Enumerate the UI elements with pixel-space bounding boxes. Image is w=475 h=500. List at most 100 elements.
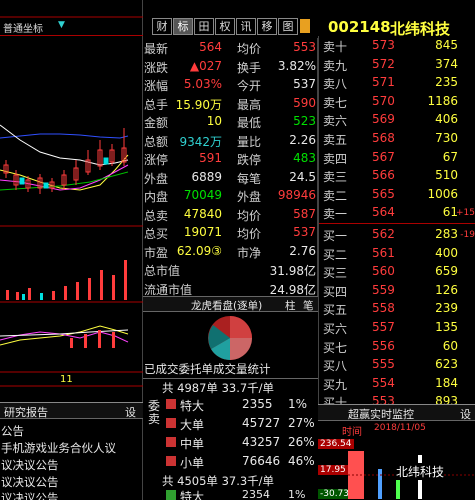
quote-value: 564 — [199, 40, 222, 54]
stock-header: 002148 北纬科技 — [318, 18, 475, 38]
quote-value: 2.26 — [289, 132, 316, 147]
level-label: 卖七 — [323, 95, 348, 110]
quote-row: 涨幅 5.03% 今开 537 — [143, 75, 318, 94]
news-item[interactable]: 议决议公告 — [1, 490, 59, 500]
ask-level[interactable]: 卖七 570 1186 — [319, 92, 475, 111]
flow-row: 中单 43257 26% — [160, 434, 318, 452]
level-volume: 406 — [435, 112, 458, 127]
quote-value: ▲027 — [189, 58, 222, 73]
flow-volume: 43257 — [242, 435, 281, 449]
quote-label: 总买 — [144, 227, 169, 241]
ask-level[interactable]: 卖四 567 67 — [319, 148, 475, 167]
tab-field[interactable]: 田 — [194, 18, 214, 35]
level-label: 卖九 — [323, 58, 348, 73]
quote-label: 最新 — [144, 42, 169, 56]
quote-label: 金额 — [144, 116, 169, 130]
ask-level[interactable]: 卖八 571 235 — [319, 73, 475, 92]
ask-level[interactable]: 卖五 568 730 — [319, 129, 475, 148]
level-price: 555 — [372, 357, 395, 372]
quote-label: 市净 — [237, 245, 262, 260]
quote-label: 总市值 — [144, 264, 181, 278]
level-price: 564 — [372, 205, 395, 220]
quote-label: 外盘 — [237, 190, 262, 204]
level-price: 560 — [372, 264, 395, 279]
bid-level[interactable]: 买二 561 400 — [319, 244, 475, 263]
flow-volume: 76646 — [242, 454, 281, 468]
quote-label: 内盘 — [144, 190, 169, 204]
settings-button[interactable]: 设 — [125, 404, 136, 420]
level-label: 买五 — [323, 303, 348, 318]
level-label: 卖二 — [323, 188, 348, 203]
level-volume: 67 — [442, 149, 458, 164]
tab-finance[interactable]: 财 — [152, 18, 172, 35]
expand-icon[interactable] — [300, 19, 310, 33]
tab-news[interactable]: 讯 — [236, 18, 256, 35]
monitor-settings-button[interactable]: 设 — [460, 406, 471, 422]
quote-value: 537 — [293, 77, 316, 91]
swatch — [166, 418, 176, 428]
quote-row: 内盘 70049 外盘 98946 — [143, 186, 318, 205]
coordinate-mode-dropdown[interactable]: 普通坐标 — [3, 20, 65, 35]
news-item[interactable]: 手机游戏业务合伙人议 — [1, 440, 116, 456]
bar-view-button[interactable]: 柱 — [285, 298, 296, 313]
level-volume: 730 — [435, 131, 458, 145]
news-item[interactable]: 议决议公告 — [1, 474, 59, 490]
quote-row: 总额 9342万 量比 2.26 — [143, 131, 318, 150]
bid-level[interactable]: 买七 556 60 — [319, 337, 475, 356]
quote-label: 市盈 — [144, 245, 169, 260]
buy-summary: 共 4505单 37.3千/单 — [162, 474, 275, 488]
quote-label: 总卖 — [144, 208, 169, 223]
ask-level[interactable]: 卖二 565 1006 — [319, 185, 475, 204]
level-label: 卖八 — [323, 77, 348, 92]
tab-chart[interactable]: 图 — [278, 18, 298, 35]
flow-row: 小单 76646 46% — [160, 453, 318, 471]
quote-label: 每笔 — [237, 171, 262, 186]
ask-level[interactable]: 卖九 572 374 — [319, 55, 475, 74]
bid-level[interactable]: 买八 555 623 — [319, 355, 475, 374]
bid-level[interactable]: 买一 562 283 -19 — [319, 225, 475, 244]
quote-value: 537 — [293, 225, 316, 239]
news-item[interactable]: 议决议公告 — [1, 457, 59, 473]
level-label: 买四 — [323, 284, 348, 299]
level-label: 买三 — [323, 266, 348, 281]
bid-level[interactable]: 买九 554 184 — [319, 374, 475, 393]
bid-level[interactable]: 买五 558 239 — [319, 299, 475, 318]
level-volume: 623 — [435, 357, 458, 372]
news-item[interactable]: 公告 — [1, 423, 24, 439]
monitor-stock-name: 北纬科技 — [396, 463, 445, 480]
flow-volume: 45727 — [242, 416, 281, 430]
bid-level[interactable]: 买六 557 135 — [319, 318, 475, 337]
quote-label: 跌停 — [237, 153, 262, 167]
dragon-tiger-header: 龙虎看盘(逐单) 柱 笔 — [143, 296, 318, 312]
price-mid: 17.95 — [318, 465, 348, 475]
quote-row: 涨跌 ▲027 换手 3.82% — [143, 57, 318, 76]
quote-row: 市盈 62.09③ 市净 2.76 — [143, 242, 318, 261]
quote-row: 总买 19071 均价 537 — [143, 223, 318, 242]
ask-level[interactable]: 卖十 573 845 — [319, 36, 475, 55]
bid-level[interactable]: 买四 559 126 — [319, 281, 475, 300]
quote-label: 流通市值 — [144, 282, 193, 297]
tab-quote[interactable]: 标 — [173, 18, 193, 35]
tab-move[interactable]: 移 — [257, 18, 277, 35]
ask-level[interactable]: 卖六 569 406 — [319, 110, 475, 129]
ask-level[interactable]: 卖三 566 510 — [319, 166, 475, 185]
level-label: 买八 — [323, 359, 348, 374]
tab-research-report[interactable]: 研究报告 — [4, 404, 48, 420]
tab-rights[interactable]: 权 — [215, 18, 235, 35]
ask-level[interactable]: 卖一 564 61 +15 — [319, 203, 475, 222]
level-label: 卖六 — [323, 114, 348, 129]
level-price: 556 — [372, 338, 395, 353]
tick-view-button[interactable]: 笔 — [303, 298, 314, 313]
quote-label: 均价 — [237, 227, 262, 241]
flow-name: 特大 — [180, 399, 205, 413]
bid-level[interactable]: 买三 560 659 — [319, 262, 475, 281]
level-price: 562 — [372, 227, 395, 241]
level-price: 561 — [372, 245, 395, 260]
quote-value: 2.76 — [289, 243, 316, 258]
stock-code: 002148 — [328, 18, 391, 36]
quote-value: 10 — [206, 114, 222, 128]
quote-value: 553 — [293, 40, 316, 54]
level-volume: 60 — [442, 338, 458, 353]
chevron-down-icon[interactable]: ▼ — [58, 20, 65, 30]
quote-value: 587 — [293, 206, 316, 221]
